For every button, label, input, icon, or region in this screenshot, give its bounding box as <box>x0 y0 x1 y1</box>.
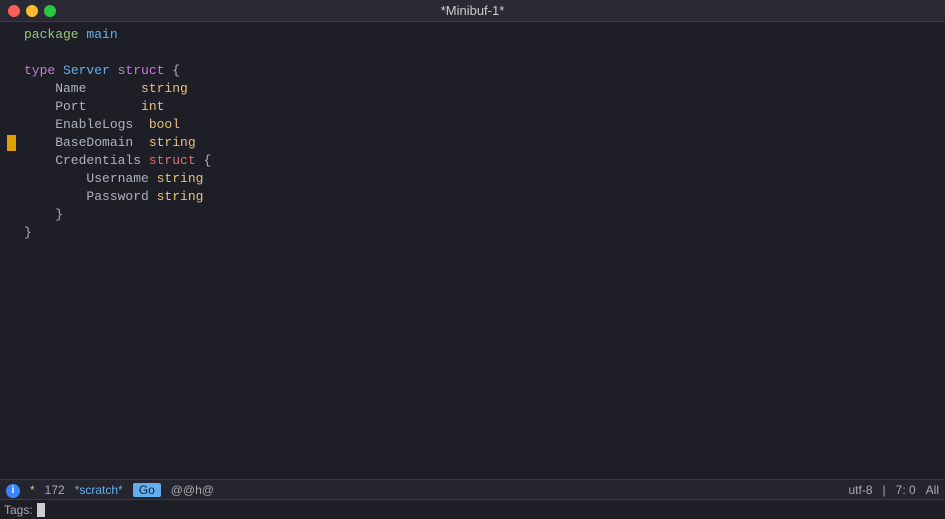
line-content: Name string <box>24 80 188 98</box>
status-modified: * <box>30 483 35 497</box>
editor-line <box>0 404 945 422</box>
editor-line: BaseDomain string <box>0 134 945 152</box>
editor-area: package main type Server struct { Name st… <box>0 22 945 479</box>
editor-line <box>0 44 945 62</box>
editor-line <box>0 296 945 314</box>
editor-line <box>0 458 945 476</box>
editor-line: type Server struct { <box>0 62 945 80</box>
status-separator: | <box>883 483 886 497</box>
editor-line: Port int <box>0 98 945 116</box>
editor-line <box>0 422 945 440</box>
tags-label: Tags: <box>4 503 33 517</box>
status-encoding: utf-8 <box>849 483 873 497</box>
line-content: } <box>24 224 32 242</box>
editor-line: package main <box>0 26 945 44</box>
line-content: } <box>24 206 63 224</box>
editor-line <box>0 332 945 350</box>
status-mode: Go <box>133 483 161 497</box>
line-content: Username string <box>24 170 203 188</box>
editor-line <box>0 350 945 368</box>
editor-line <box>0 314 945 332</box>
editor-line <box>0 440 945 458</box>
window-controls <box>8 5 56 17</box>
maximize-button[interactable] <box>44 5 56 17</box>
editor-line: } <box>0 224 945 242</box>
editor-line <box>0 368 945 386</box>
editor-line <box>0 242 945 260</box>
editor-line: Username string <box>0 170 945 188</box>
editor-line <box>0 278 945 296</box>
line-content: package main <box>24 26 118 44</box>
line-content: type Server struct { <box>24 62 180 80</box>
statusbar: i * 172 *scratch* Go @@h@ utf-8 | 7: 0 A… <box>0 479 945 499</box>
editor-line <box>0 260 945 278</box>
window-title: *Minibuf-1* <box>441 3 505 18</box>
titlebar: *Minibuf-1* <box>0 0 945 22</box>
line-content: BaseDomain string <box>24 134 196 152</box>
line-number <box>0 135 16 151</box>
status-line-count: 172 <box>45 483 65 497</box>
line-content: EnableLogs bool <box>24 116 180 134</box>
status-info-icon: i <box>6 482 20 498</box>
status-buffer-name: *scratch* <box>75 483 123 497</box>
editor-line <box>0 386 945 404</box>
editor-line: EnableLogs bool <box>0 116 945 134</box>
status-position: 7: 0 <box>896 483 916 497</box>
line-content: Credentials struct { <box>24 152 211 170</box>
editor-line: Password string <box>0 188 945 206</box>
close-button[interactable] <box>8 5 20 17</box>
tags-cursor <box>37 503 45 517</box>
status-right: utf-8 | 7: 0 All <box>849 483 940 497</box>
editor-line: Credentials struct { <box>0 152 945 170</box>
minimize-button[interactable] <box>26 5 38 17</box>
editor-line: } <box>0 206 945 224</box>
status-keybinding: @@h@ <box>171 483 214 497</box>
status-scroll: All <box>926 483 939 497</box>
line-content: Password string <box>24 188 203 206</box>
line-content: Port int <box>24 98 164 116</box>
editor-line: Name string <box>0 80 945 98</box>
tagsbar: Tags: <box>0 499 945 519</box>
